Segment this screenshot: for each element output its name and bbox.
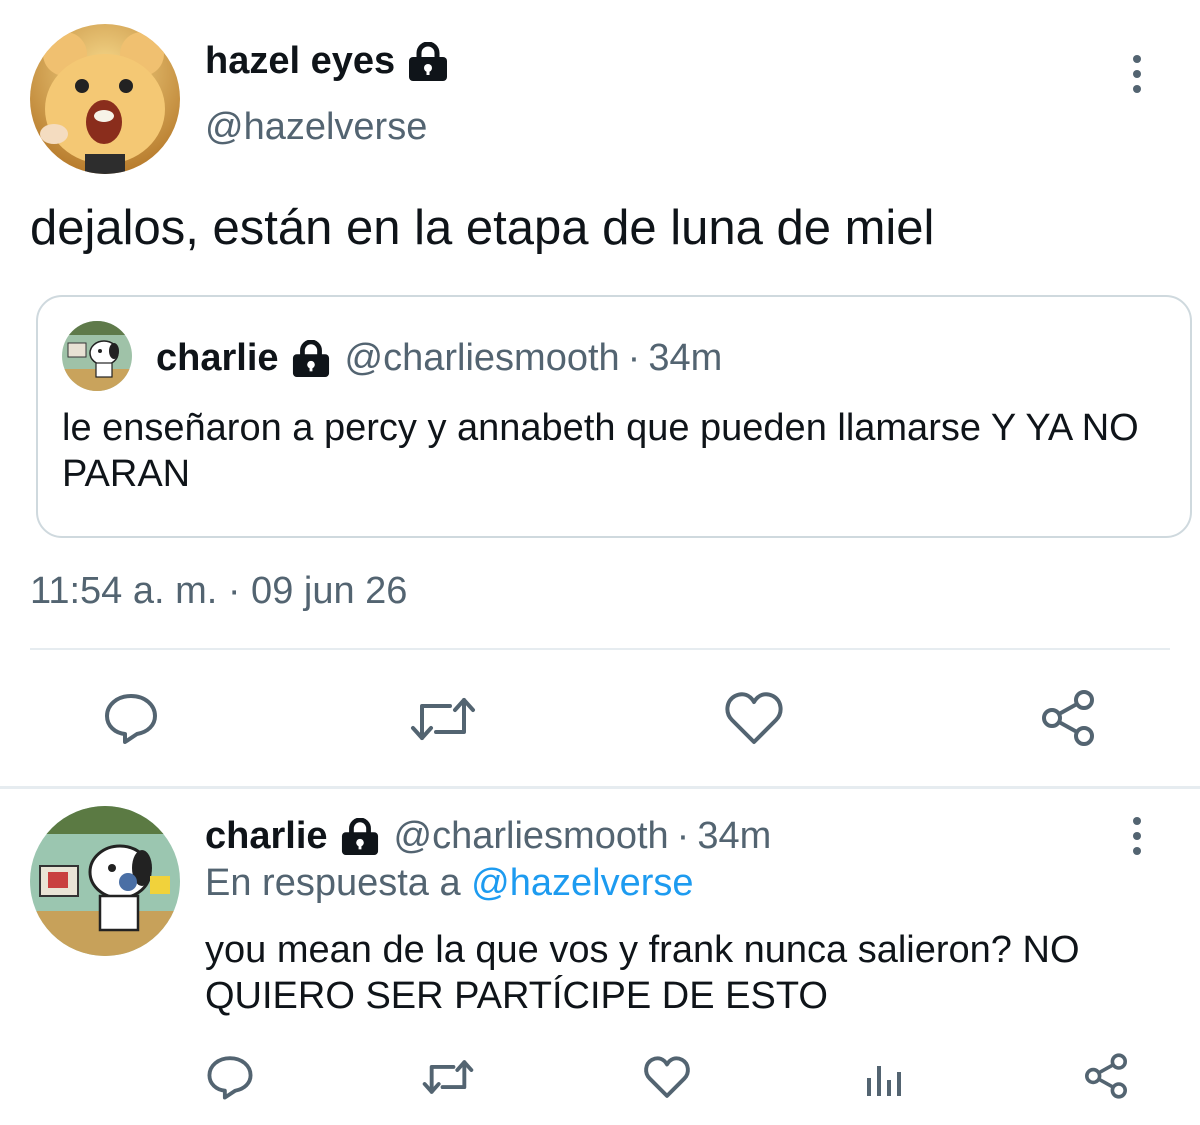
tweet-text: dejalos, están en la etapa de luna de mi… — [30, 201, 935, 255]
main-avatar[interactable] — [30, 24, 180, 174]
quoted-tweet-text: le enseñaron a percy y annabeth que pued… — [62, 407, 1139, 495]
section-divider — [0, 786, 1200, 789]
like-icon[interactable] — [643, 1055, 691, 1099]
replying-to-line: En respuesta a @hazelverse — [205, 862, 694, 905]
main-handle[interactable]: @hazelverse — [205, 106, 427, 149]
more-options-icon[interactable] — [1127, 817, 1147, 855]
replying-to-link[interactable]: @hazelverse — [471, 862, 693, 904]
display-name[interactable]: hazel eyes — [205, 40, 395, 83]
lock-icon — [341, 817, 378, 855]
reply-avatar[interactable] — [30, 806, 180, 956]
like-icon[interactable] — [724, 690, 784, 746]
lock-icon — [409, 41, 448, 81]
reply-display-name[interactable]: charlie — [205, 815, 328, 858]
divider — [30, 648, 1170, 650]
retweet-icon[interactable] — [422, 1056, 474, 1098]
tweet-timestamp[interactable]: 11:54 a. m. · 09 jun 26 — [30, 570, 407, 613]
reply-header[interactable]: charlie @charliesmooth · 34m — [205, 815, 771, 858]
retweet-icon[interactable] — [410, 692, 476, 746]
quoted-time: 34m — [648, 337, 723, 379]
reply-tweet-text: you mean de la que vos y frank nunca sal… — [205, 929, 1080, 1017]
quoted-tweet[interactable]: charlie @charliesmooth · 34m le enseñaro… — [36, 295, 1192, 538]
reply-time: 34m — [697, 815, 772, 857]
lock-icon — [292, 339, 329, 377]
analytics-icon[interactable] — [864, 1058, 906, 1098]
separator-dot: · — [627, 337, 641, 379]
quoted-handle[interactable]: @charliesmooth — [345, 337, 620, 380]
share-icon[interactable] — [1082, 1052, 1130, 1100]
separator-dot: · — [676, 815, 690, 857]
main-author-name[interactable]: hazel eyes — [205, 40, 451, 83]
quoted-avatar[interactable] — [62, 321, 132, 391]
share-icon[interactable] — [1038, 688, 1098, 748]
quoted-display-name[interactable]: charlie — [156, 337, 279, 380]
reply-handle[interactable]: @charliesmooth — [394, 815, 669, 858]
more-options-icon[interactable] — [1127, 55, 1147, 93]
replying-to-label: En respuesta a — [205, 862, 461, 904]
reply-icon[interactable] — [103, 690, 159, 746]
reply-icon[interactable] — [206, 1053, 254, 1101]
